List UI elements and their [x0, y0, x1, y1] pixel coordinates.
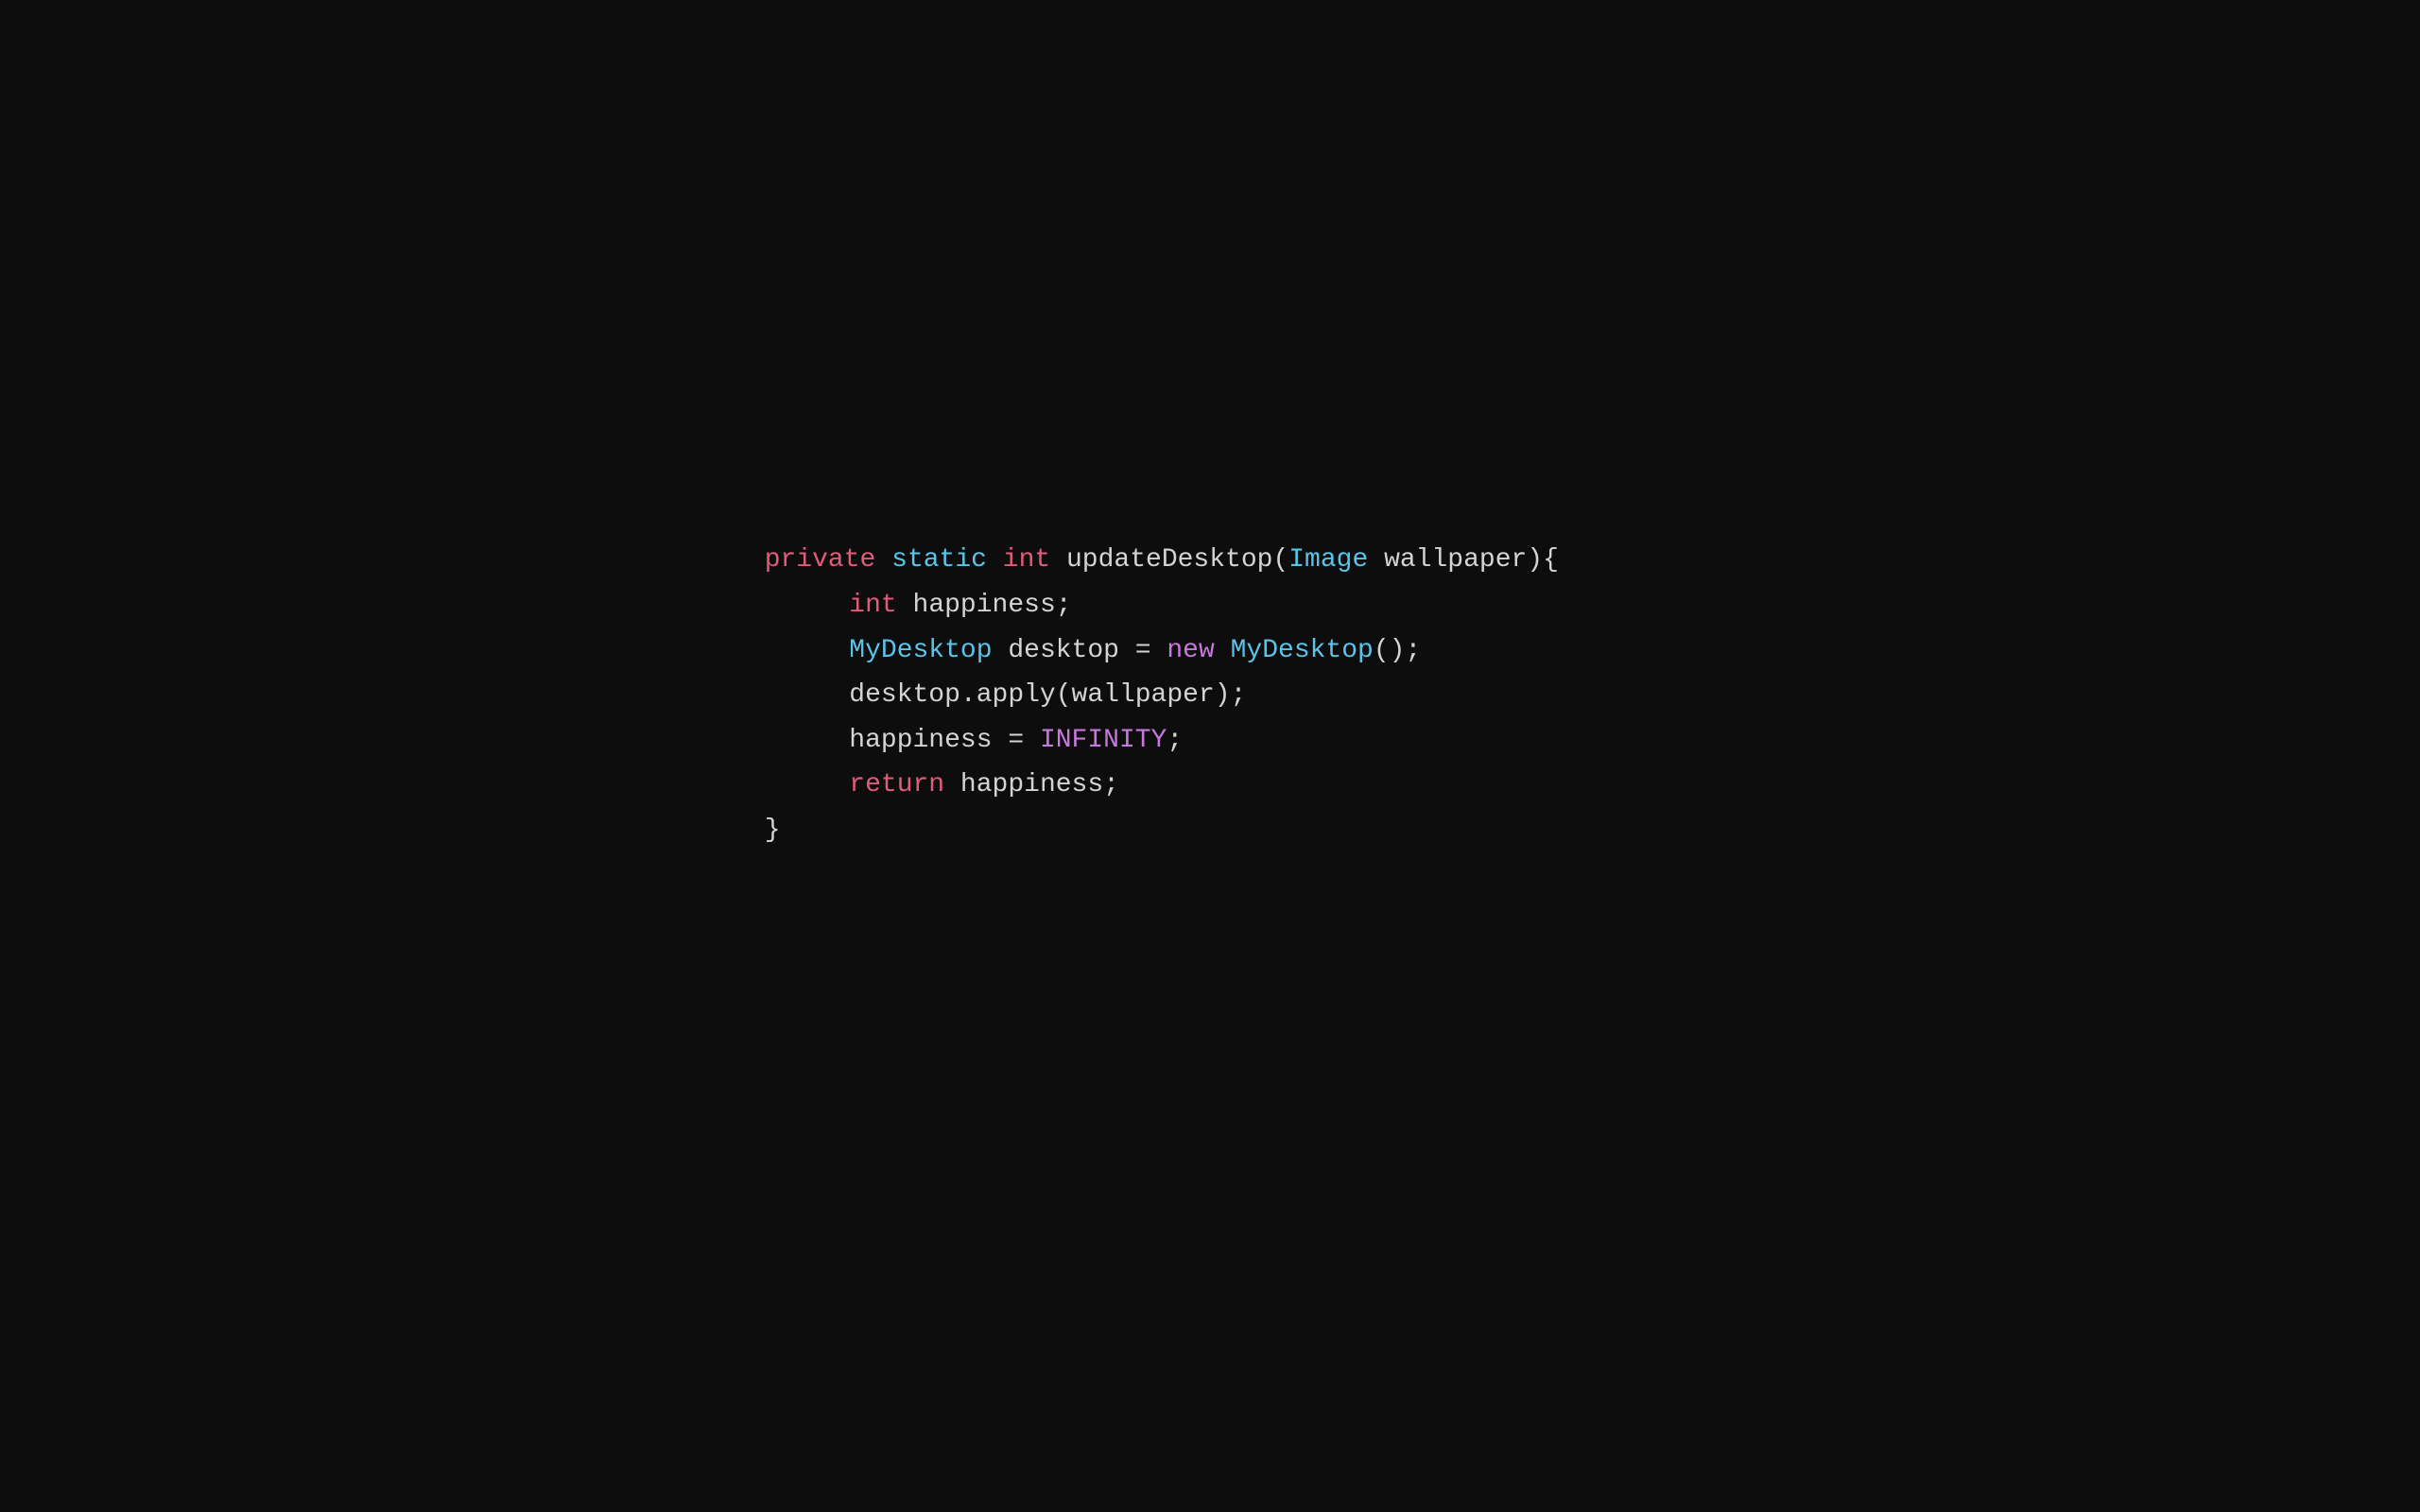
closing-brace: }: [765, 808, 781, 853]
semicolon: ;: [1167, 718, 1183, 764]
code-line-6: return happiness;: [765, 763, 1559, 808]
keyword-static: static: [891, 538, 987, 583]
constructor-call: ();: [1374, 628, 1421, 674]
code-line-1: private static int updateDesktop(Image w…: [765, 538, 1559, 583]
keyword-int-2: int: [849, 583, 896, 628]
return-happiness: happiness;: [944, 763, 1119, 808]
code-line-7: }: [765, 808, 1559, 853]
space: [875, 538, 891, 583]
code-line-5: happiness = INFINITY;: [765, 718, 1559, 764]
code-line-2: int happiness;: [765, 583, 1559, 628]
type-mydesktop-2: MyDesktop: [1231, 628, 1374, 674]
space2: [1215, 628, 1231, 674]
type-image: Image: [1288, 538, 1368, 583]
keyword-new: new: [1167, 628, 1214, 674]
code-block: private static int updateDesktop(Image w…: [765, 538, 1559, 852]
keyword-int: int: [1003, 538, 1050, 583]
code-line-4: desktop.apply(wallpaper);: [765, 673, 1559, 718]
var-happiness-decl: happiness;: [897, 583, 1072, 628]
keyword-return: return: [849, 763, 944, 808]
desktop-apply: desktop.apply(wallpaper);: [849, 673, 1246, 718]
var-desktop-assign: desktop =: [993, 628, 1167, 674]
code-line-3: MyDesktop desktop = new MyDesktop();: [765, 628, 1559, 674]
happiness-assign: happiness =: [849, 718, 1040, 764]
type-mydesktop-1: MyDesktop: [849, 628, 992, 674]
param-wallpaper: wallpaper){: [1368, 538, 1559, 583]
space: [987, 538, 1003, 583]
keyword-private: private: [765, 538, 876, 583]
value-infinity: INFINITY: [1040, 718, 1167, 764]
method-name: updateDesktop(: [1050, 538, 1288, 583]
